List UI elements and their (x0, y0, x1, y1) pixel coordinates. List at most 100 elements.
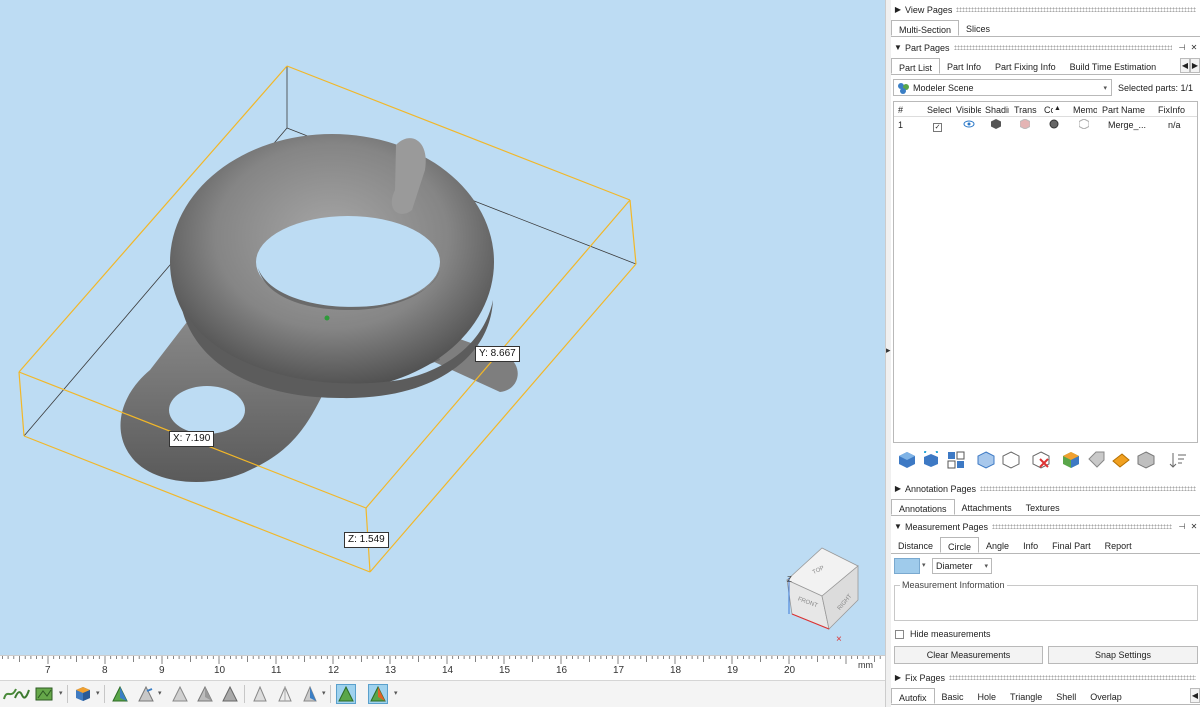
scene-select[interactable]: Modeler Scene ▾ (893, 79, 1112, 96)
cone-color-icon[interactable] (300, 684, 320, 704)
sort-list-icon[interactable] (1168, 450, 1188, 470)
map-tool-icon[interactable] (34, 684, 54, 704)
tab-info[interactable]: Info (1016, 537, 1045, 553)
wave-tool-icon[interactable] (12, 684, 32, 704)
tab-slices[interactable]: Slices (959, 20, 997, 36)
dropdown-arrow-icon[interactable]: ▾ (394, 689, 398, 697)
cube-delete-icon[interactable] (1031, 450, 1051, 470)
expand-triangle-icon[interactable]: ▼ (891, 43, 905, 52)
part-model[interactable] (120, 134, 518, 482)
tab-shell[interactable]: Shell (1049, 688, 1083, 704)
cube-wire-icon[interactable] (1001, 450, 1021, 470)
checkbox-box[interactable] (895, 629, 904, 639)
expand-triangle-icon[interactable]: ▼ (891, 522, 905, 531)
tab-build-time-estimation[interactable]: Build Time Estimation (1063, 58, 1164, 74)
eye-icon[interactable] (963, 119, 975, 131)
pyramid-color-active-icon[interactable] (368, 684, 388, 704)
tab-basic[interactable]: Basic (935, 688, 971, 704)
cube-color-icon[interactable] (73, 684, 93, 704)
color-dot-icon[interactable] (1049, 119, 1059, 131)
col-header[interactable]: # (898, 105, 903, 115)
pyramid-active-icon[interactable] (336, 684, 356, 704)
clear-measurements-button[interactable]: Clear Measurements (894, 646, 1043, 664)
tab-angle[interactable]: Angle (979, 537, 1016, 553)
view-pages-header[interactable]: ▶ View Pages (891, 1, 1200, 18)
ruler-unit: mm (858, 660, 873, 670)
dropdown-arrow-icon[interactable]: ▾ (322, 689, 326, 697)
pyramid-grey-icon[interactable] (170, 684, 190, 704)
plane-orange-icon[interactable] (1111, 450, 1131, 470)
col-header[interactable]: Visible (956, 105, 981, 115)
cube-refresh-icon[interactable] (921, 450, 941, 470)
col-header[interactable]: Memo (1073, 105, 1097, 115)
col-header[interactable]: Select (927, 105, 951, 115)
tab-final-part[interactable]: Final Part (1045, 537, 1098, 553)
tab-annotations[interactable]: Annotations (891, 499, 955, 515)
cone-outline-icon[interactable] (275, 684, 295, 704)
measurement-info-box: Measurement Information (894, 580, 1198, 621)
measurement-pages-header[interactable]: ▼ Measurement Pages ⊣ ✕ (891, 518, 1200, 535)
splitter-arrow-icon[interactable]: ▸ (886, 345, 891, 356)
3d-viewport[interactable]: TOP FRONT RIGHT Z × X: 7.190 Y: 8.667 Z:… (0, 0, 885, 655)
col-header[interactable]: Part Name (1102, 105, 1145, 115)
pin-icon[interactable]: ⊣ (1176, 43, 1188, 52)
transparency-cube-icon[interactable] (1019, 118, 1031, 131)
fix-pages-tabs: Autofix Basic Hole Triangle Shell Overla… (891, 688, 1200, 705)
tag-icon[interactable] (1086, 450, 1106, 470)
cube-blue-icon[interactable] (897, 450, 917, 470)
tab-part-list[interactable]: Part List (891, 58, 941, 74)
annotation-pages-header[interactable]: ▶ Annotation Pages (891, 480, 1200, 497)
measure-mode-button[interactable] (894, 558, 920, 574)
shading-cube-icon[interactable] (991, 119, 1001, 131)
dropdown-arrow-icon[interactable]: ▾ (158, 689, 162, 697)
memo-cube-icon[interactable] (1078, 118, 1090, 131)
tab-scroll-left-icon[interactable]: ◀ (1180, 58, 1190, 73)
pyramid-shaded-icon[interactable] (195, 684, 215, 704)
cube-stack-icon[interactable] (1136, 450, 1156, 470)
col-header[interactable]: Co (1044, 105, 1053, 115)
chevron-down-icon[interactable]: ▾ (922, 561, 926, 569)
close-icon[interactable]: ✕ (1188, 43, 1200, 52)
cone-icon[interactable] (250, 684, 270, 704)
tab-multi-section[interactable]: Multi-Section (891, 20, 960, 36)
dropdown-arrow-icon[interactable]: ▾ (96, 689, 100, 697)
close-icon[interactable]: ✕ (1188, 522, 1200, 531)
tab-scroll-right-icon[interactable]: ▶ (1190, 58, 1200, 73)
fix-pages-header[interactable]: ▶ Fix Pages (891, 669, 1200, 686)
diameter-select[interactable]: Diameter ▾ (932, 558, 992, 574)
pin-icon[interactable]: ⊣ (1176, 522, 1188, 531)
select-grid-icon[interactable] (946, 450, 966, 470)
tab-overlap[interactable]: Overlap (1083, 688, 1129, 704)
pyramid-dark-icon[interactable] (220, 684, 240, 704)
tab-part-fixing-info[interactable]: Part Fixing Info (988, 58, 1063, 74)
col-header[interactable]: Shading (985, 105, 1009, 115)
col-header[interactable]: Trans (1014, 105, 1038, 115)
tab-distance[interactable]: Distance (891, 537, 940, 553)
tab-attachments[interactable]: Attachments (955, 499, 1019, 515)
tab-hole[interactable]: Hole (971, 688, 1004, 704)
cube-multicolor-icon[interactable] (1061, 450, 1081, 470)
ruler: 7 8 9 10 11 12 13 14 15 16 17 18 19 20 m… (0, 655, 885, 680)
cube-wire-blue-icon[interactable] (976, 450, 996, 470)
pyramid-icon[interactable] (110, 684, 130, 704)
collapse-triangle-icon[interactable]: ▶ (891, 484, 905, 493)
tab-autofix[interactable]: Autofix (891, 688, 935, 704)
pyramid-outline-icon[interactable] (136, 684, 156, 704)
tab-textures[interactable]: Textures (1019, 499, 1067, 515)
view-cube[interactable]: TOP FRONT RIGHT Z × (786, 547, 859, 645)
ruler-tick: 7 (45, 665, 51, 676)
collapse-triangle-icon[interactable]: ▶ (891, 5, 905, 14)
tab-part-info[interactable]: Part Info (940, 58, 988, 74)
ruler-tick: 15 (499, 665, 511, 676)
snap-settings-button[interactable]: Snap Settings (1048, 646, 1198, 664)
hide-measurements-checkbox[interactable]: Hide measurements (895, 629, 991, 639)
select-checkbox[interactable]: ✓ (933, 121, 948, 132)
collapse-triangle-icon[interactable]: ▶ (891, 673, 905, 682)
col-header[interactable]: FixInfo (1158, 105, 1185, 115)
tab-report[interactable]: Report (1098, 537, 1139, 553)
part-pages-header[interactable]: ▼ Part Pages ⊣ ✕ (891, 39, 1200, 56)
tab-scroll-left-icon[interactable]: ◀ (1190, 688, 1200, 703)
tab-triangle[interactable]: Triangle (1003, 688, 1049, 704)
tab-circle[interactable]: Circle (940, 537, 980, 553)
dropdown-arrow-icon[interactable]: ▾ (59, 689, 63, 697)
